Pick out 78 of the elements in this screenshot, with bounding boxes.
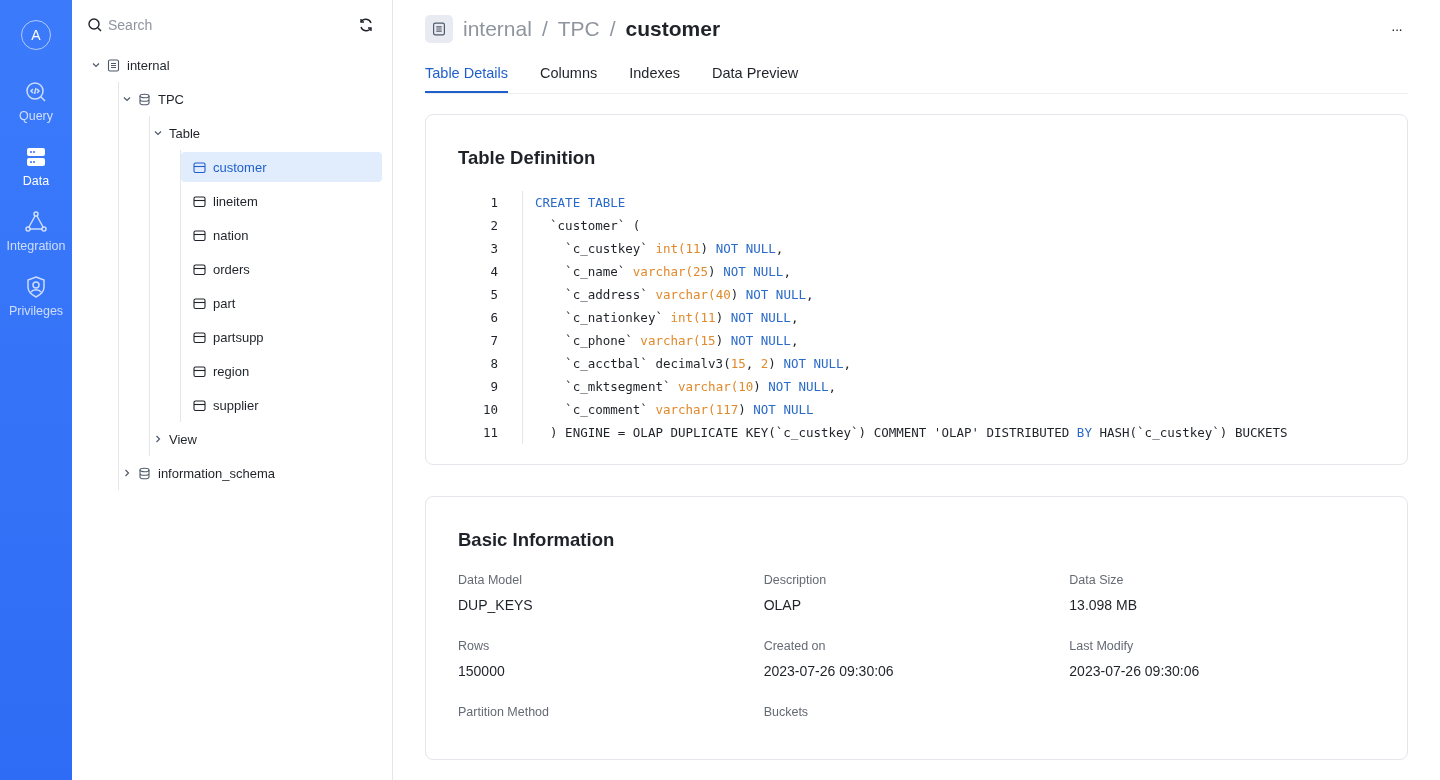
tab[interactable]: Columns (540, 65, 598, 93)
breadcrumb-item: customer (625, 17, 721, 41)
line-number: 7 (489, 333, 499, 348)
refresh-icon[interactable] (358, 17, 374, 33)
table-icon (193, 398, 206, 412)
database-icon (138, 466, 151, 480)
field-value: DUP_KEYS (458, 597, 534, 613)
tree-item[interactable]: lineitem (181, 186, 382, 216)
table-icon (193, 228, 206, 242)
field-value: 2023-07-26 09:30:06 (763, 663, 895, 679)
line-number: 5 (489, 287, 499, 302)
tab[interactable]: Table Details (425, 65, 508, 93)
field-label: Partition Method (458, 705, 551, 719)
tree-item[interactable]: TPC (119, 84, 382, 114)
tree-item[interactable]: customer (181, 152, 382, 182)
field-value: 13.098 MB (1069, 597, 1139, 613)
code-line: `c_mktsegment` varchar(10) NOT NULL, (522, 375, 837, 398)
line-number: 2 (489, 218, 499, 233)
search-icon (88, 18, 102, 32)
tree-item[interactable]: View (150, 424, 382, 454)
table-icon (193, 330, 206, 344)
code-line: `c_custkey` int(11) NOT NULL, (522, 237, 784, 260)
line-number: 11 (481, 425, 499, 440)
table-icon (193, 296, 206, 310)
nav-item[interactable]: Data (22, 145, 50, 188)
code-line: ) ENGINE = OLAP DUPLICATE KEY(`c_custkey`) COMMENT 'OLAP' DISTRIBUTED BY HASH(`c_custkey`) BUCKETS (522, 421, 1288, 444)
breadcrumb-separator: / (609, 17, 616, 41)
tree-item[interactable]: internal (88, 50, 382, 80)
section-title: Basic Information (458, 529, 616, 551)
tree-item[interactable]: nation (181, 220, 382, 250)
tree-item[interactable]: supplier (181, 390, 382, 420)
line-number: 10 (481, 402, 499, 417)
field-label: Data Model (458, 573, 523, 587)
code-line: `c_phone` varchar(15) NOT NULL, (522, 329, 799, 352)
tree-item[interactable]: part (181, 288, 382, 318)
field-label: Last Modify (1069, 639, 1135, 653)
shield-user-icon (24, 275, 48, 299)
field-label: Rows (458, 639, 491, 653)
code-search-icon (24, 80, 48, 104)
code-line: `c_comment` varchar(117) NOT NULL (522, 398, 814, 421)
network-icon (24, 210, 48, 234)
line-number: 1 (489, 195, 499, 210)
tree-item[interactable]: region (181, 356, 382, 386)
line-number: 8 (489, 356, 499, 371)
server-icon (24, 145, 48, 169)
table-icon (193, 364, 206, 378)
tab[interactable]: Indexes (629, 65, 681, 93)
code-line: `c_acctbal` decimalv3(15, 2) NOT NULL, (522, 352, 852, 375)
table-icon (193, 160, 206, 174)
code-line: `c_nationkey` int(11) NOT NULL, (522, 306, 799, 329)
code-line: CREATE TABLE (522, 191, 626, 214)
code-line: `c_address` varchar(40) NOT NULL, (522, 283, 814, 306)
code-line: `c_name` varchar(25) NOT NULL, (522, 260, 791, 283)
tree-item[interactable]: orders (181, 254, 382, 284)
tree-item[interactable]: information_schema (119, 458, 382, 488)
line-number: 9 (489, 379, 499, 394)
line-number: 6 (489, 310, 499, 325)
section-title: Table Definition (458, 147, 597, 169)
breadcrumb-separator: / (541, 17, 548, 41)
field-label: Data Size (1069, 573, 1125, 587)
line-number: 4 (489, 264, 499, 279)
field-value: 150000 (458, 663, 506, 679)
more-button[interactable]: ··· (1385, 20, 1408, 38)
tree-item[interactable]: partsupp (181, 322, 382, 352)
code-line: `customer` ( (522, 214, 641, 237)
document-icon (107, 58, 120, 72)
document-icon (432, 22, 446, 36)
table-icon (193, 194, 206, 208)
table-icon (193, 262, 206, 276)
database-icon (138, 92, 151, 106)
tree-item[interactable]: Table (150, 118, 382, 148)
field-value: OLAP (763, 597, 802, 613)
field-label: Buckets (763, 705, 810, 719)
field-label: Created on (763, 639, 827, 653)
tab[interactable]: Data Preview (712, 65, 799, 93)
field-label: Description (763, 573, 828, 587)
line-number: 3 (489, 241, 499, 256)
field-value: 2023-07-26 09:30:06 (1069, 663, 1201, 679)
